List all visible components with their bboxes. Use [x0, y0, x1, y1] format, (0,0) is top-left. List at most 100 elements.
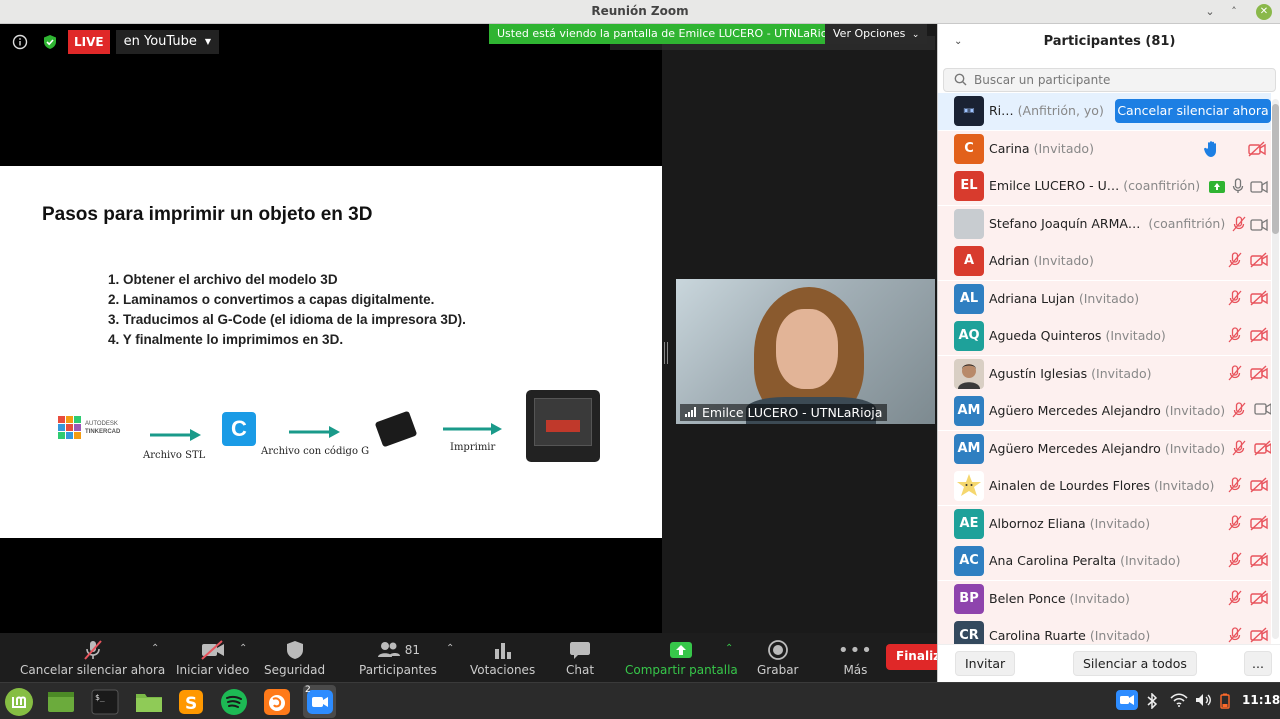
zoom-taskbar-icon[interactable]: 2 [303, 685, 336, 718]
participant-row[interactable]: AQ Agueda Quinteros (Invitado) [938, 318, 1271, 355]
participant-row[interactable]: C Carina (Invitado) [938, 130, 1271, 168]
signal-bars-icon [685, 405, 697, 420]
participant-row[interactable]: EL Emilce LUCERO - U… (coanfitrión) [938, 168, 1271, 205]
video-off-icon [1250, 477, 1268, 493]
invite-button[interactable]: Invitar [955, 651, 1016, 676]
maximize-button[interactable]: ˄ [1226, 4, 1242, 20]
share-screen-button[interactable]: Compartir pantalla [625, 637, 738, 677]
participant-name: Carolina Ruarte (Invitado) [989, 628, 1151, 643]
mint-menu-icon[interactable] [2, 685, 35, 718]
start-video-label: Iniciar video [176, 663, 250, 677]
sublime-text-icon[interactable]: S [174, 685, 207, 718]
video-options-caret[interactable]: ⌃ [239, 643, 247, 654]
video-off-icon [1250, 514, 1268, 531]
minimize-button[interactable]: ⌄ [1202, 4, 1218, 20]
clock[interactable]: 11:18 [1242, 693, 1280, 707]
chevron-down-icon[interactable]: ⌄ [954, 36, 962, 47]
avatar: ▣▣ [954, 96, 984, 126]
participant-row[interactable]: ▣▣ Ri… (Anfitrión, yo) Cancelar silencia… [938, 93, 1271, 130]
share-options-caret[interactable]: ⌃ [725, 643, 733, 654]
dropdown-icon: ▼ [204, 37, 211, 46]
unmute-button[interactable]: Cancelar silenciar ahora [20, 637, 165, 677]
view-options-button[interactable]: Ver Opciones ⌄ [825, 24, 928, 44]
microphone-muted-icon [1228, 364, 1242, 380]
security-button[interactable]: Seguridad [264, 637, 325, 677]
participants-panel-title: Participantes (81) [1043, 34, 1176, 49]
more-options-button[interactable]: ... [1244, 651, 1272, 676]
video-area: Pasos para imprimir un objeto en 3D 1. O… [0, 24, 937, 633]
sd-card-icon [374, 410, 418, 448]
status-icons [1232, 402, 1271, 418]
more-button[interactable]: ••• Más [838, 637, 873, 678]
speaker-name: Emilce LUCERO - UTNLaRioja [702, 405, 883, 420]
record-button[interactable]: Grabar [757, 637, 799, 677]
muted-status-icons [1228, 289, 1268, 306]
polls-button[interactable]: Votaciones [470, 637, 535, 677]
participant-name: Belen Ponce (Invitado) [989, 590, 1130, 606]
chevron-down-icon: ⌄ [911, 30, 920, 40]
speaker-video-tile[interactable]: Emilce LUCERO - UTNLaRioja [676, 279, 935, 424]
audio-options-caret[interactable]: ⌃ [151, 643, 159, 654]
close-window-button[interactable]: ✕ [1256, 4, 1272, 20]
participant-row[interactable]: AL Adriana Lujan (Invitado) [938, 280, 1271, 318]
live-badge[interactable]: LIVE [68, 30, 110, 54]
shared-screen: Pasos para imprimir un objeto en 3D 1. O… [0, 24, 662, 633]
participants-button[interactable]: 81 Participantes [359, 637, 437, 677]
spotify-icon[interactable] [217, 685, 250, 718]
volume-icon[interactable] [1195, 693, 1213, 710]
viewing-banner: Usted está viendo la pantalla de Emilce … [489, 24, 846, 44]
info-icon[interactable] [8, 30, 32, 54]
participant-name: Agustín Iglesias (Invitado) [989, 365, 1152, 381]
show-desktop-icon[interactable] [44, 685, 77, 718]
video-off-icon [1250, 364, 1268, 381]
participants-scrollbar-thumb[interactable] [1272, 104, 1279, 234]
participant-row[interactable]: Stefano Joaquín ARMA… (coanfitrión) [938, 205, 1271, 243]
wifi-icon[interactable] [1170, 693, 1188, 710]
participant-search-placeholder: Buscar un participante [974, 73, 1111, 87]
avatar: A [954, 246, 984, 276]
microphone-muted-icon [1228, 327, 1242, 343]
participant-row[interactable]: AE Albornoz Eliana (Invitado) [938, 505, 1271, 543]
firefox-icon[interactable] [260, 685, 293, 718]
video-off-icon [1250, 589, 1268, 606]
zoom-tray-icon[interactable] [1116, 690, 1138, 713]
participant-search-input[interactable]: Buscar un participante [943, 68, 1276, 92]
more-dots-icon: ••• [838, 639, 873, 661]
participant-row[interactable]: BP Belen Ponce (Invitado) [938, 580, 1271, 618]
participant-row[interactable]: AC Ana Carolina Peralta (Invitado) [938, 543, 1271, 580]
share-screen-label: Compartir pantalla [625, 663, 738, 677]
slide-title: Pasos para imprimir un objeto en 3D [42, 204, 373, 225]
stream-target-button[interactable]: en YouTube ▼ [115, 30, 219, 54]
mute-all-button[interactable]: Silenciar a todos [1073, 651, 1197, 676]
unmute-participant-button[interactable]: Cancelar silenciar ahora [1115, 99, 1271, 123]
chat-button[interactable]: Chat [566, 637, 594, 677]
microphone-muted-icon [82, 637, 104, 663]
svg-text:S: S [185, 694, 197, 714]
video-off-icon [1250, 627, 1268, 643]
participants-options-caret[interactable]: ⌃ [446, 643, 454, 654]
participant-row[interactable]: AM Agüero Mercedes Alejandro (Invitado) [938, 393, 1271, 430]
participant-row[interactable]: CR Carolina Ruarte (Invitado) [938, 618, 1271, 644]
bluetooth-icon[interactable] [1146, 692, 1158, 712]
chat-label: Chat [566, 663, 595, 677]
participants-panel: Participantes (81) ⌄ Buscar un participa… [937, 24, 1280, 682]
participant-row[interactable]: Ainalen de Lourdes Flores (Invitado) [938, 468, 1271, 505]
microphone-icon [1232, 178, 1244, 198]
muted-status-icons [1228, 589, 1268, 606]
microphone-muted-icon [1228, 514, 1242, 530]
participant-row[interactable]: A Adrian (Invitado) [938, 243, 1271, 280]
video-off-icon [1254, 439, 1271, 456]
participant-name: Ri… (Anfitrión, yo) [989, 103, 1104, 118]
avatar: EL [954, 171, 984, 201]
file-manager-icon[interactable] [132, 685, 165, 718]
security-label: Seguridad [264, 663, 326, 677]
label-print: Imprimir [450, 442, 496, 453]
terminal-icon[interactable]: $_ [88, 685, 121, 718]
shield-check-icon[interactable] [38, 30, 62, 54]
avatar: C [954, 133, 984, 164]
panel-splitter[interactable] [664, 342, 668, 364]
battery-low-icon[interactable] [1220, 693, 1230, 712]
avatar: AC [954, 546, 984, 576]
participant-row[interactable]: AM Agüero Mercedes Alejandro (Invitado) [938, 430, 1271, 468]
participant-row[interactable]: Agustín Iglesias (Invitado) [938, 355, 1271, 393]
